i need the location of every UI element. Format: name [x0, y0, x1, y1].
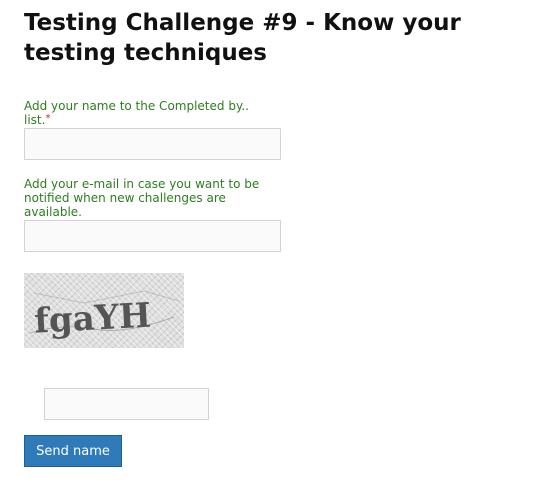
email-field-label: Add your e-mail in case you want to be n…: [24, 177, 260, 219]
captcha-text: fgaYH: [33, 296, 152, 342]
captcha-graphic: fgaYH: [29, 290, 180, 342]
required-marker: *: [45, 113, 51, 124]
captcha-input[interactable]: [44, 388, 209, 420]
captcha-image: fgaYH: [24, 273, 184, 348]
email-input[interactable]: [24, 220, 281, 252]
name-field-label-text: Add your name to the Completed by.. list…: [24, 99, 249, 127]
name-input[interactable]: [24, 128, 281, 160]
send-name-button[interactable]: Send name: [24, 435, 122, 467]
page-title: Testing Challenge #9 - Know your testing…: [24, 10, 461, 66]
name-field-label: Add your name to the Completed by.. list…: [24, 99, 274, 127]
